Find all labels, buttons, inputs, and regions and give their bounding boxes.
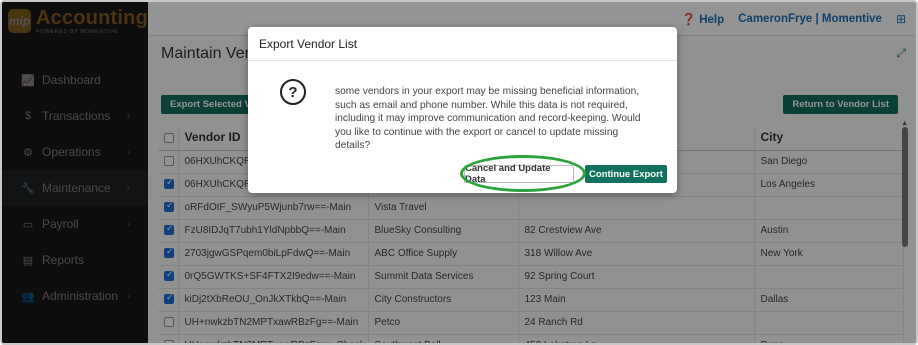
- continue-export-button[interactable]: Continue Export: [585, 165, 667, 183]
- highlight-annotation: [460, 155, 586, 192]
- question-icon: ?: [280, 79, 306, 105]
- dialog-message: some vendors in your export may be missi…: [335, 86, 641, 151]
- app-window: mip Accounting POWERED BY MOMENTIVE 📈 Das…: [0, 0, 918, 345]
- dialog-title: Export Vendor List: [248, 27, 677, 61]
